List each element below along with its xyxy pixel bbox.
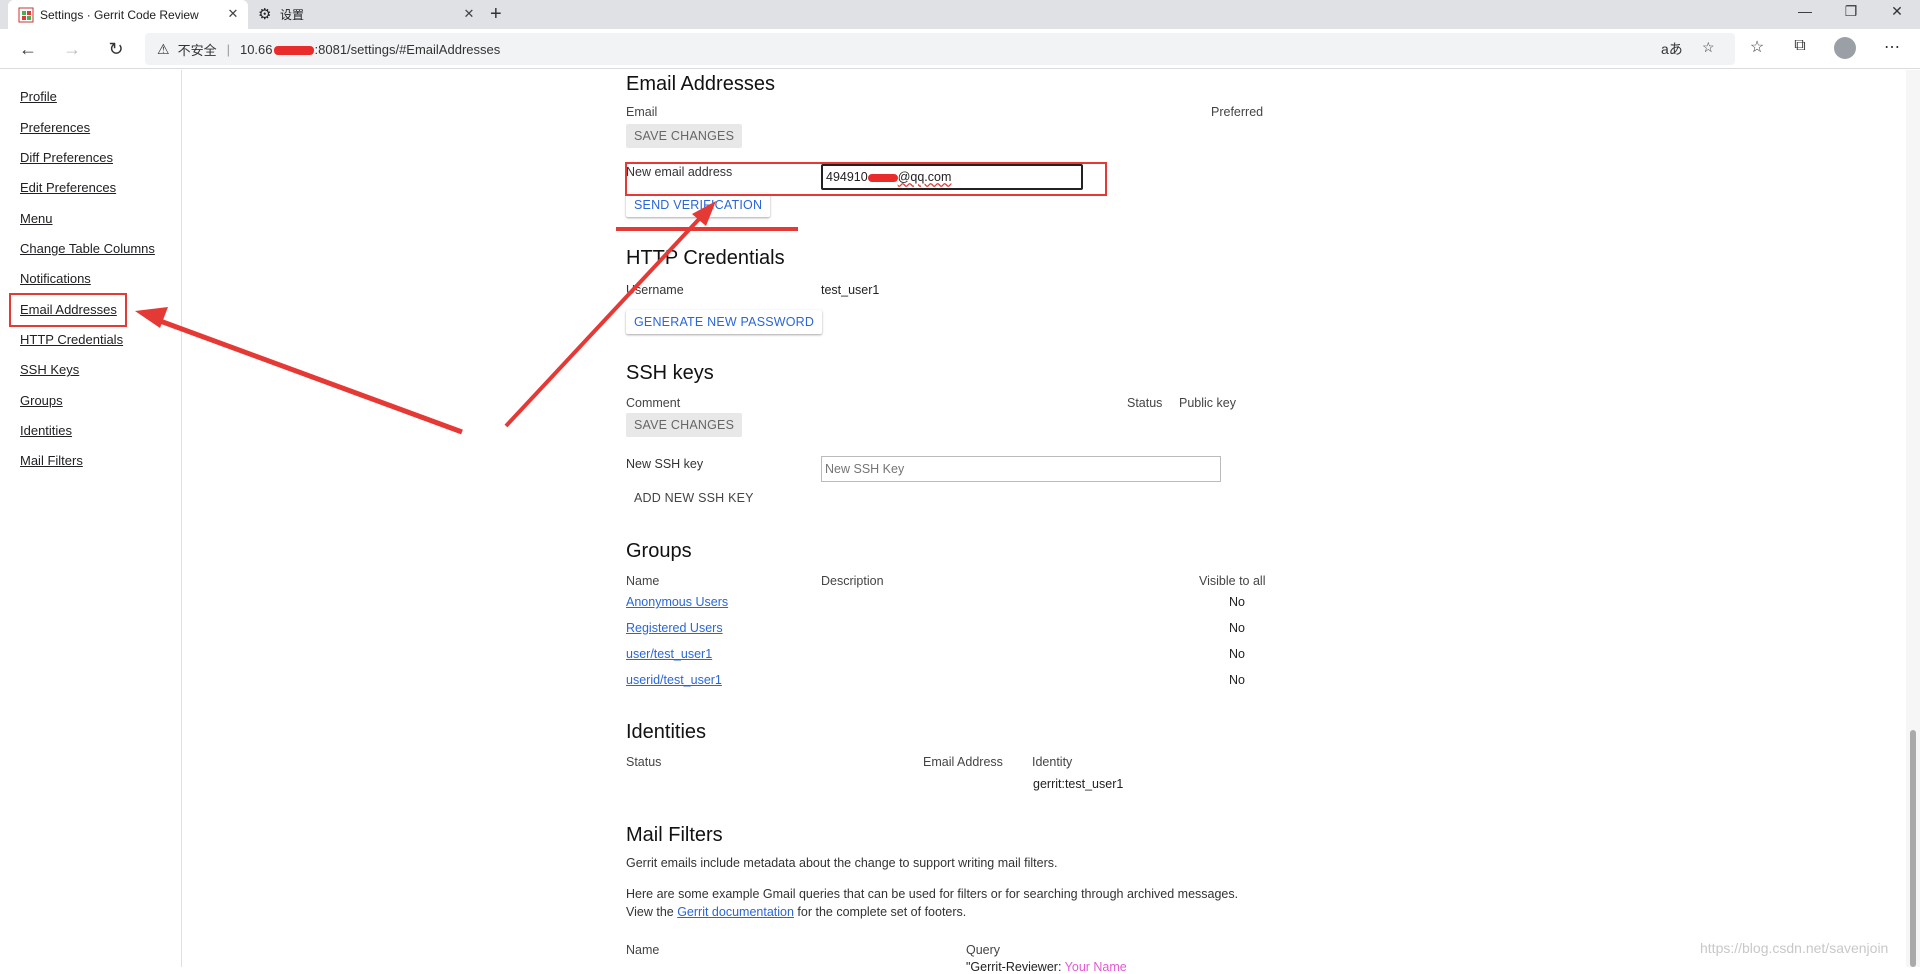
annotation-arrows — [135, 201, 798, 435]
scrollbar-thumb[interactable] — [1910, 730, 1916, 967]
annotation-arrow-sidebar — [151, 315, 463, 435]
annotation-arrow-email — [504, 216, 702, 428]
watermark: https://blog.csdn.net/savenjoin — [1700, 940, 1889, 956]
annotation-arrowhead-sidebar — [135, 307, 168, 328]
